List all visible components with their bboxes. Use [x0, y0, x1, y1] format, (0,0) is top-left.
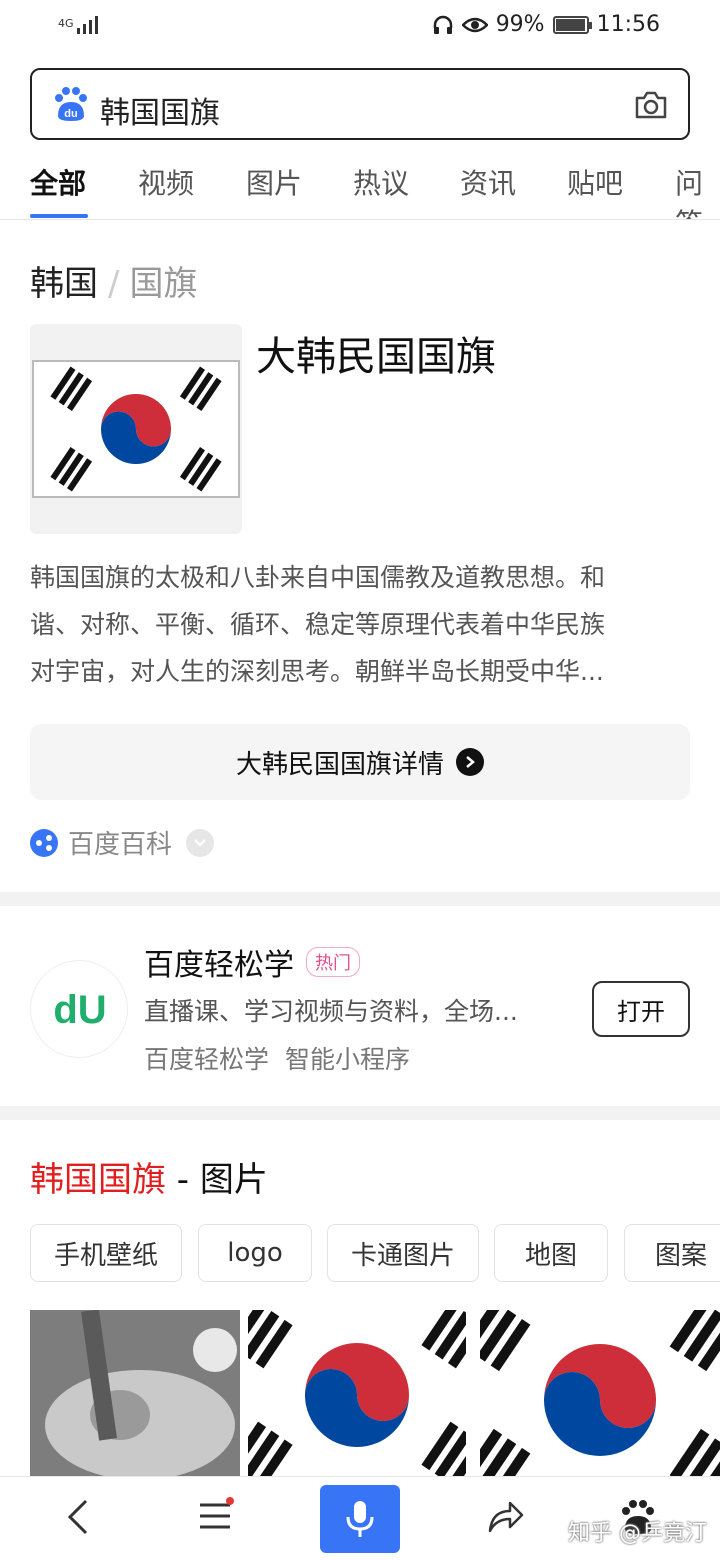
app-type: 智能小程序 [285, 1045, 411, 1074]
share-icon[interactable] [486, 1499, 524, 1533]
battery-icon [552, 15, 592, 34]
section-divider [0, 1106, 720, 1120]
notification-dot [226, 1497, 234, 1505]
images-title-keyword: 韩国国旗 [30, 1160, 166, 1200]
source-name: 百度百科 [68, 830, 173, 860]
app-title[interactable]: 百度轻松学 热门 [144, 940, 360, 984]
baike-icon [30, 828, 58, 857]
source-baike[interactable]: 百度百科 [30, 824, 215, 861]
mic-icon [346, 1501, 374, 1537]
images-title-suffix: - 图片 [166, 1160, 268, 1200]
signal-indicator: 4G [58, 14, 103, 34]
entity-description: 韩国国旗的太极和八卦来自中国儒教及道教思想。和 谐、对称、平衡、循环、稳定等原理… [30, 554, 690, 695]
svg-text:du: du [64, 108, 77, 120]
bottom-nav-bar: 知乎 @乒竟汀 [0, 1476, 720, 1560]
flag-details-button[interactable]: 大韩民国国旗详情 [30, 724, 690, 800]
details-button-label: 大韩民国国旗详情 [235, 749, 444, 780]
description-line: 谐、对称、平衡、循环、稳定等原理代表着中华民族 [30, 610, 606, 639]
tab-video[interactable]: 视频 [138, 162, 194, 202]
eye-icon [461, 17, 488, 32]
camera-icon[interactable] [634, 90, 668, 120]
entity-title[interactable]: 大韩民国国旗 [256, 324, 496, 382]
south-korea-flag [32, 360, 240, 498]
app-name: 百度轻松学 [144, 948, 294, 983]
tab-qa[interactable]: 问答 [675, 162, 720, 219]
tab-all[interactable]: 全部 [30, 162, 86, 202]
image-filter-chips: 手机壁纸 logo 卡通图片 地图 图案 [30, 1224, 720, 1282]
search-box[interactable]: du 韩国国旗 [30, 68, 690, 140]
breadcrumb-flag: 国旗 [129, 264, 198, 304]
status-bar: 4G 99% 11:56 [0, 0, 720, 56]
chip-map[interactable]: 地图 [494, 1224, 608, 1282]
tab-news[interactable]: 资讯 [460, 162, 516, 202]
description-line: 韩国国旗的太极和八卦来自中国儒教及道教思想。和 [30, 563, 606, 592]
breadcrumb: 韩国 / 国旗 [30, 264, 198, 304]
search-tabs: 全部 视频 图片 热议 资讯 贴吧 问答 [0, 152, 720, 220]
chip-pattern[interactable]: 图案 [624, 1224, 720, 1282]
images-section-title[interactable]: 韩国国旗 - 图片 [30, 1152, 268, 1201]
description-line: 对宇宙，对人生的深刻思考。朝鲜半岛长期受中华... [30, 657, 604, 686]
tab-images[interactable]: 图片 [246, 162, 302, 202]
image-results [30, 1310, 720, 1480]
tab-tieba[interactable]: 贴吧 [567, 162, 623, 202]
search-input[interactable]: 韩国国旗 [100, 88, 220, 132]
chip-wallpaper[interactable]: 手机壁纸 [30, 1224, 182, 1282]
app-logo[interactable]: dU [30, 960, 128, 1058]
watermark: 知乎 @乒竟汀 [568, 1521, 707, 1546]
image-thumbnail[interactable] [30, 1310, 240, 1480]
breadcrumb-country[interactable]: 韩国 [30, 264, 98, 304]
app-provider: 百度轻松学 [144, 1045, 270, 1074]
headset-icon [433, 15, 452, 34]
active-tab-indicator [30, 214, 88, 218]
back-icon[interactable] [66, 1499, 90, 1535]
signal-icon [77, 16, 99, 34]
battery-percent: 99% [495, 12, 545, 37]
tab-hot-discussion[interactable]: 热议 [353, 162, 409, 202]
hot-badge: 热门 [306, 947, 360, 977]
chevron-right-icon [456, 748, 484, 776]
app-subtitle: 百度轻松学 智能小程序 [144, 1040, 410, 1076]
network-type: 4G [58, 17, 74, 30]
image-thumbnail[interactable] [248, 1310, 466, 1480]
voice-search-button[interactable] [320, 1485, 400, 1553]
clock: 11:56 [596, 12, 660, 37]
flag-image[interactable] [30, 324, 242, 534]
open-app-button[interactable]: 打开 [592, 981, 690, 1037]
app-description: 直播课、学习视频与资料，全场... [144, 997, 518, 1026]
baidu-paw-icon: du [55, 87, 87, 121]
svg-text:dU: dU [53, 988, 106, 1032]
chip-logo[interactable]: logo [198, 1224, 312, 1282]
chip-cartoon[interactable]: 卡通图片 [327, 1224, 479, 1282]
image-thumbnail[interactable] [480, 1310, 720, 1480]
chevron-down-icon[interactable] [186, 828, 215, 857]
section-divider [0, 892, 720, 906]
